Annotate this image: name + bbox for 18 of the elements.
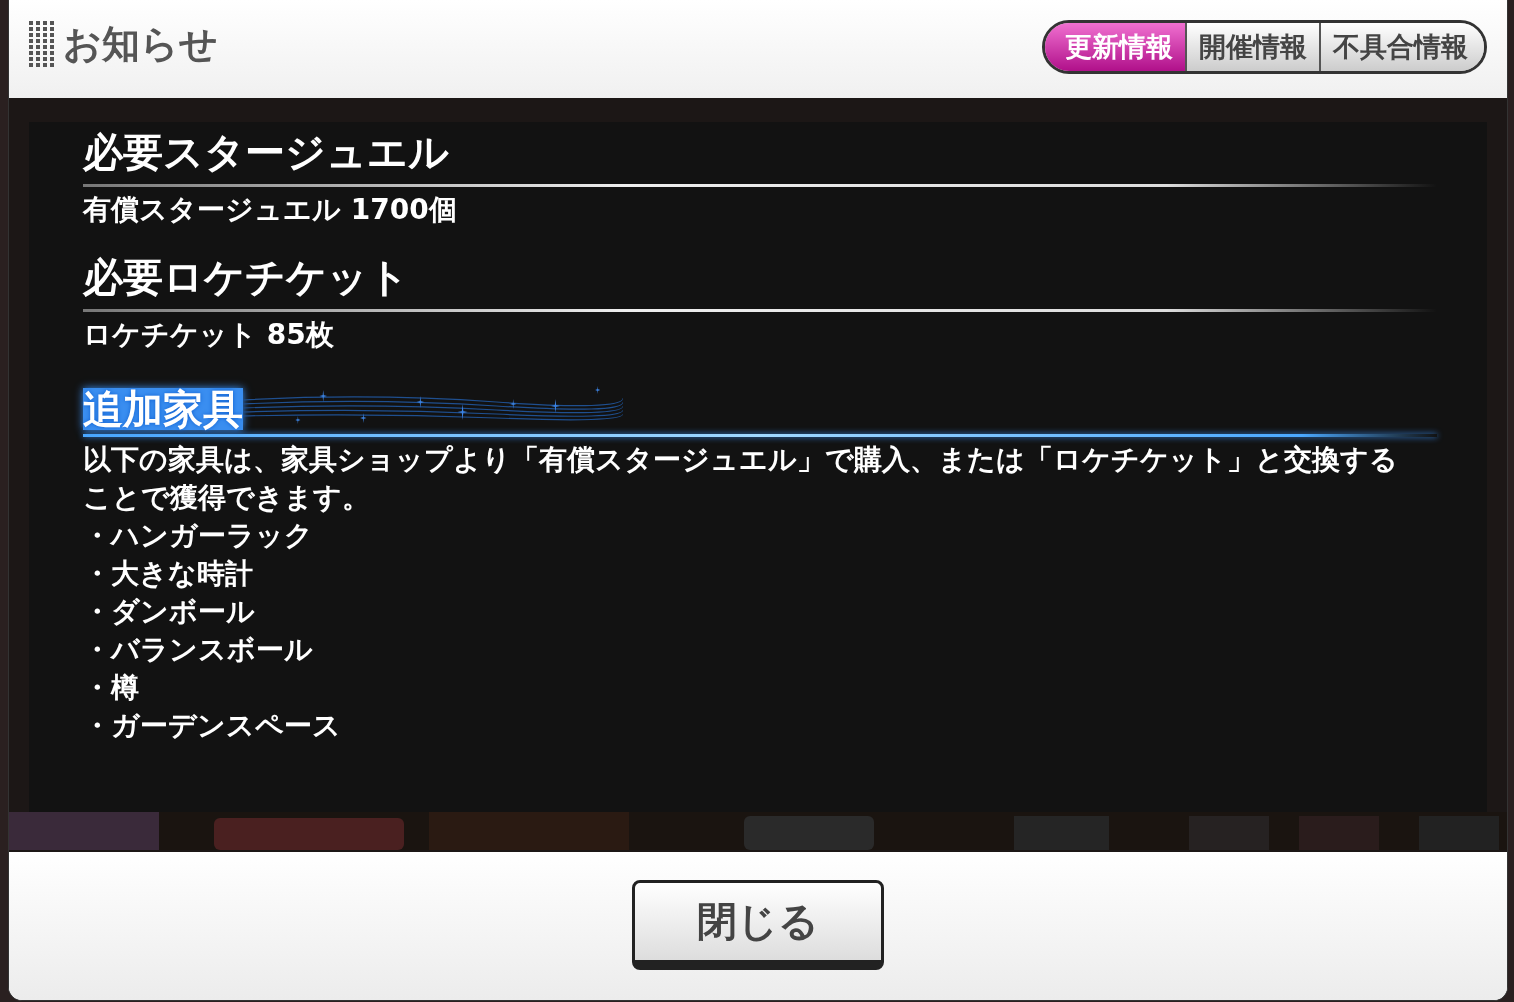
body-text: 有償スタージュエル 1700個 <box>83 192 458 228</box>
body-text: ・樽 <box>83 670 140 706</box>
body-text: ロケチケット 85枚 <box>83 317 335 353</box>
body-text: ・バランスボール <box>83 632 314 668</box>
body-text: 以下の家具は、家具ショップより「有償スタージュエル」で購入、または「ロケチケット」と交換することで獲得できます。 <box>83 442 1399 516</box>
section-heading: 必要スタージュエル <box>83 128 449 177</box>
section-heading: 必要ロケチケット <box>83 253 409 302</box>
tab[interactable]: 更新情報 <box>1045 23 1185 71</box>
body-text: ・大きな時計 <box>83 556 254 592</box>
body-text: ・ガーデンスペース <box>83 708 342 744</box>
section-heading: 追加家具 <box>83 388 243 430</box>
tab[interactable]: 不具合情報 <box>1319 23 1484 71</box>
body-text: ・ダンボール <box>83 594 256 630</box>
close-button[interactable]: 閉じる <box>632 880 884 970</box>
window-title: お知らせ <box>63 20 218 68</box>
grid-dots-icon <box>29 21 55 67</box>
tab[interactable]: 開催情報 <box>1185 23 1319 71</box>
body-text: ・ハンガーラック <box>83 518 314 554</box>
